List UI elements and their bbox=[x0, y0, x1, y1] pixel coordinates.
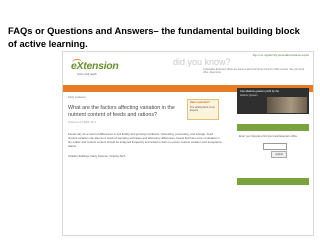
top-links[interactable]: Sign in or register My personalized ask-… bbox=[252, 54, 309, 57]
did-you-know-heading: did you know? bbox=[173, 57, 231, 67]
slide-title: FAQs or Questions and Answers– the funda… bbox=[8, 25, 300, 49]
faq-author: Charles Stallings, Dairy Science, Virgin… bbox=[68, 153, 126, 158]
did-you-know-text: Cooperative Extension offices are found … bbox=[203, 69, 305, 74]
zipcode-input[interactable] bbox=[263, 143, 287, 150]
find-office-text: Enter your zipcode to find your local Ex… bbox=[239, 135, 298, 138]
resource-feeds-label: Resource Area Feeds bbox=[240, 188, 268, 192]
website-screenshot: Sign in or register My personalized ask-… bbox=[62, 51, 314, 236]
callout-body: The striking facts of our Experts bbox=[190, 106, 215, 112]
resource-feeds-header[interactable]: Resource Area Feeds bbox=[237, 178, 309, 192]
logo-text: eXtension bbox=[71, 60, 119, 72]
faq-question: What are the factors affecting variation… bbox=[68, 105, 175, 118]
video-subtitle: abalone growers bbox=[240, 94, 258, 97]
question-callout[interactable]: Have a question? The striking facts of o… bbox=[187, 99, 219, 120]
video-panel[interactable]: Can abalone growers profit by the abalon… bbox=[237, 88, 309, 114]
video-title: Can abalone growers profit by the bbox=[240, 90, 279, 93]
site-logo[interactable]: eXtension more mind reach bbox=[71, 58, 119, 78]
faq-answer: Feeds vary as a result of differences in… bbox=[68, 131, 222, 148]
logo-tagline: more mind reach bbox=[77, 73, 97, 76]
submit-button[interactable]: submit bbox=[271, 151, 287, 158]
find-office-header: Find An Extension Office bbox=[237, 124, 309, 138]
video-thumbnail bbox=[267, 97, 307, 113]
faq-meta: Posted on Oct 2009 | Print bbox=[68, 120, 96, 124]
